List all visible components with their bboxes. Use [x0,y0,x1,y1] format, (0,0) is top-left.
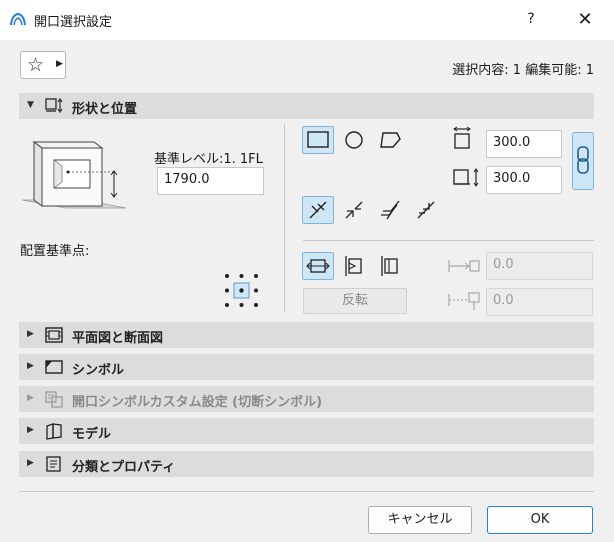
footer-divider [19,491,594,492]
section-label: 分類とプロパティ [72,460,176,475]
section-label: 形状と位置 [72,102,138,117]
chevron-right-icon: ▶ [56,59,63,69]
selection-info: 選択内容: 1 編集可能: 1 [452,63,594,78]
model-icon [46,423,62,440]
width-icon [453,126,471,149]
offset-horizontal-icon [448,260,480,272]
section-label: シンボル [72,363,125,378]
ok-button[interactable]: OK [487,506,593,534]
section-label: モデル [72,427,112,442]
chevron-right-icon: ▶ [27,425,34,435]
symbol-icon [45,360,63,374]
offset-2-input[interactable]: 0.0 [486,288,593,316]
width-input[interactable]: 300.0 [486,130,562,158]
mirror-2-button[interactable] [338,252,370,280]
section-label: 開口シンボルカスタム設定 (切断シンボル) [72,395,323,410]
flip-button[interactable]: 反転 [303,288,407,314]
wall-cut-icon [417,201,435,219]
height-input[interactable]: 300.0 [486,166,562,194]
help-button[interactable]: ? [524,11,538,27]
wall-cut-icon [381,200,400,220]
offset-vertical-icon [448,292,480,310]
orientation-4-button[interactable] [410,196,442,224]
anchor-point-label: 配置基準点: [20,244,90,259]
favorites-button[interactable]: ☆ ▶ [20,51,66,79]
window-title: 開口選択設定 [34,15,113,30]
section-classification[interactable]: ▶ 分類とプロパティ [19,451,594,477]
mirror-3-button[interactable] [374,252,406,280]
rectangle-shape-button[interactable] [302,126,334,154]
circle-shape-button[interactable] [338,126,370,154]
vertical-divider [284,124,285,312]
horizontal-divider [303,240,594,241]
offset-1-input[interactable]: 0.0 [486,252,593,280]
app-logo-icon [10,12,26,26]
mirror-icon [345,256,362,276]
section-symbol[interactable]: ▶ シンボル [19,354,594,380]
circle-icon [345,131,363,149]
chevron-right-icon: ▶ [27,329,34,339]
classification-icon [46,456,61,472]
chevron-right-icon: ▶ [27,361,34,371]
mirror-icon [381,256,398,276]
orientation-3-button[interactable] [374,196,406,224]
floor-plan-icon [45,327,63,343]
chevron-right-icon: ▶ [27,393,34,403]
custom-shape-button[interactable] [374,126,406,154]
wall-cut-icon [345,201,363,219]
orientation-2-button[interactable] [338,196,370,224]
section-floor-plan-section[interactable]: ▶ 平面図と断面図 [19,322,594,348]
base-level-label: 基準レベル:1. 1FL [154,152,263,167]
orientation-1-button[interactable] [302,196,334,224]
polygon-icon [380,132,401,148]
link-dimensions-button[interactable] [572,132,594,190]
shape-position-icon [45,97,63,114]
opening-preview-image [22,141,127,209]
mirror-icon [306,259,330,273]
section-label: 平面図と断面図 [72,331,164,346]
section-shape-position[interactable]: ▼ 形状と位置 [19,93,594,119]
close-button[interactable]: ✕ [576,9,594,30]
chain-link-icon [577,146,589,174]
section-custom-symbol[interactable]: ▶ 開口シンボルカスタム設定 (切断シンボル) [19,386,594,412]
star-icon: ☆ [27,54,45,76]
cancel-button[interactable]: キャンセル [368,506,472,534]
rectangle-icon [307,131,329,148]
wall-cut-icon [309,201,327,219]
section-model[interactable]: ▶ モデル [19,418,594,444]
custom-symbol-icon [45,391,63,408]
base-level-offset-input[interactable]: 1790.0 [157,167,264,195]
chevron-down-icon: ▼ [27,100,34,110]
chevron-right-icon: ▶ [27,458,34,468]
height-icon [453,168,479,187]
anchor-point-selector[interactable] [223,272,260,309]
mirror-1-button[interactable] [302,252,334,280]
